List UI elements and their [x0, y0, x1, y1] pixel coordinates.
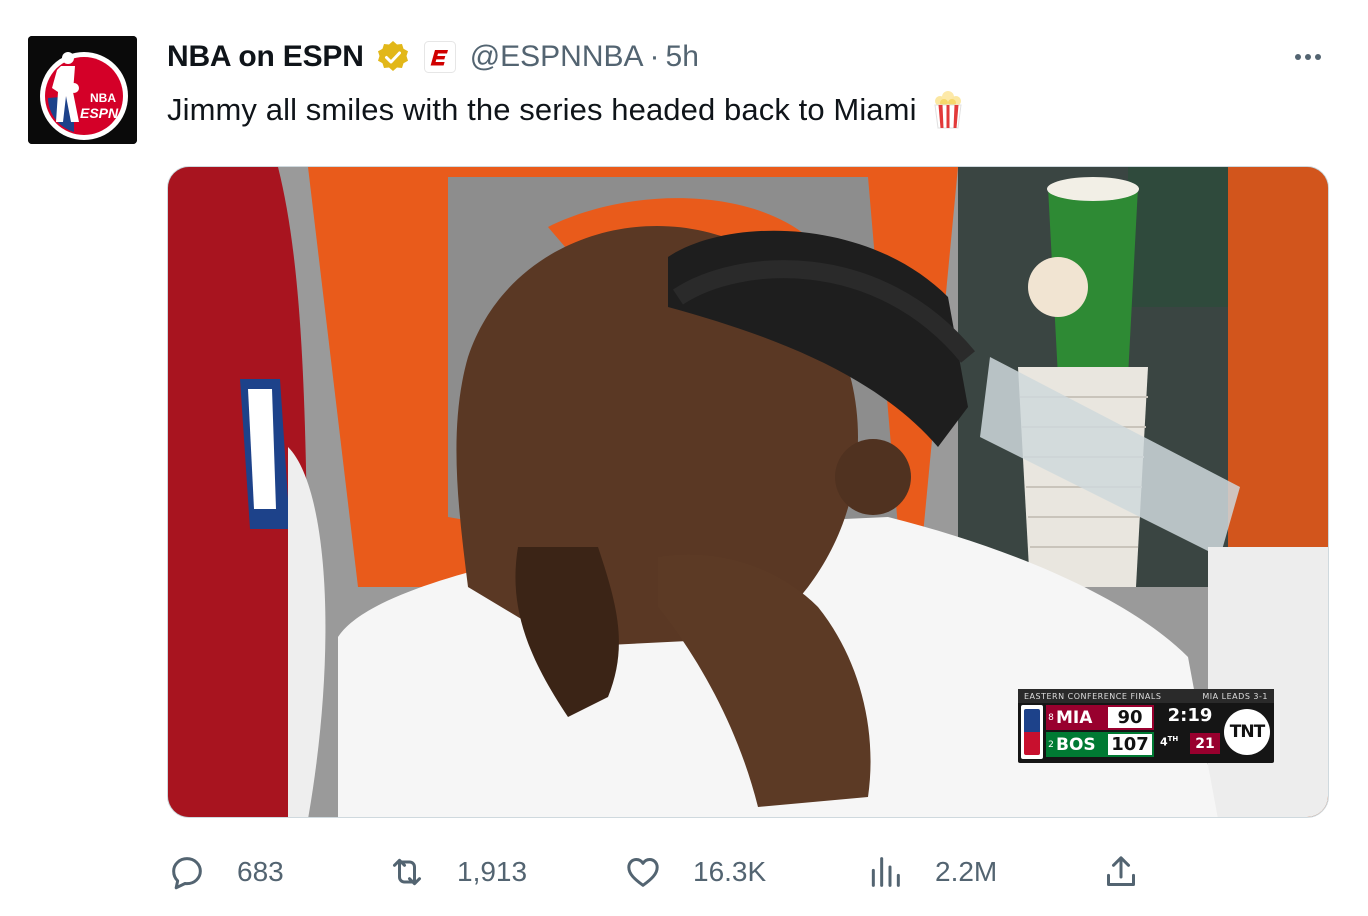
game-period: 4TH [1160, 735, 1178, 749]
reply-button[interactable]: 683 [167, 846, 284, 898]
nba-logo-icon [1021, 705, 1043, 759]
retweet-icon [393, 858, 421, 886]
svg-text:ESPN: ESPN [80, 105, 119, 121]
period-suffix: TH [1167, 735, 1179, 743]
views-count: 2.2M [935, 856, 998, 887]
like-count: 16.3K [693, 856, 767, 887]
team-abbr: MIA [1056, 707, 1093, 728]
team-abbr: BOS [1056, 734, 1096, 755]
tweet-actions: 683 1,913 16.3K 2.2M [167, 846, 1329, 898]
tweet-text: Jimmy all smiles with the series headed … [167, 90, 965, 130]
share-icon [1107, 856, 1135, 886]
like-button[interactable]: 16.3K [623, 846, 766, 898]
espn-affiliate-icon[interactable] [423, 41, 456, 73]
tweet-text-content: Jimmy all smiles with the series headed … [167, 92, 917, 127]
handle[interactable]: @ESPNNBA [470, 40, 644, 74]
scorebug-team-row: 2 BOS 107 [1046, 732, 1154, 757]
verified-badge-icon [376, 40, 410, 74]
scorebug: EASTERN CONFERENCE FINALS MIA LEADS 3-1 … [1018, 689, 1274, 763]
separator-dot: · [649, 40, 660, 73]
scorebug-team-row: 8 MIA 90 [1046, 705, 1154, 730]
tweet-header: NBA on ESPN @ESPNNBA · 5h [167, 36, 699, 78]
avatar[interactable]: NBA ESPN [28, 36, 137, 144]
nba-espn-logo: NBA ESPN [28, 36, 137, 144]
series-label: EASTERN CONFERENCE FINALS [1024, 691, 1162, 701]
shot-clock: 21 [1190, 733, 1220, 754]
timestamp[interactable]: 5h [666, 40, 699, 74]
popcorn-emoji-icon [931, 90, 965, 130]
team-score: 107 [1108, 734, 1152, 755]
team-seed: 2 [1048, 739, 1054, 750]
retweet-count: 1,913 [457, 856, 528, 887]
heart-icon [627, 858, 659, 887]
reply-count: 683 [237, 856, 284, 887]
series-status: MIA LEADS 3-1 [1202, 691, 1268, 701]
network-logo: TNT [1224, 709, 1270, 755]
display-name[interactable]: NBA on ESPN [167, 40, 364, 74]
period-number: 4 [1160, 735, 1168, 749]
team-seed: 8 [1048, 712, 1054, 723]
game-clock: 2:19 [1167, 705, 1213, 726]
tweet-card[interactable]: NBA ESPN NBA on ESPN @ESPNNBA · 5h Jimmy… [0, 0, 1368, 916]
svg-text:NBA: NBA [90, 91, 116, 105]
team-score: 90 [1108, 707, 1152, 728]
scorebug-header: EASTERN CONFERENCE FINALS MIA LEADS 3-1 [1018, 689, 1274, 703]
retweet-button[interactable]: 1,913 [387, 846, 527, 898]
views-button[interactable]: 2.2M [865, 846, 997, 898]
tweet-media-photo[interactable]: EASTERN CONFERENCE FINALS MIA LEADS 3-1 … [167, 166, 1329, 818]
views-chart-icon [871, 857, 900, 887]
more-options-button[interactable] [1286, 40, 1330, 74]
share-button[interactable] [1101, 846, 1141, 898]
more-horizontal-icon [1295, 54, 1301, 60]
reply-icon [172, 857, 202, 890]
